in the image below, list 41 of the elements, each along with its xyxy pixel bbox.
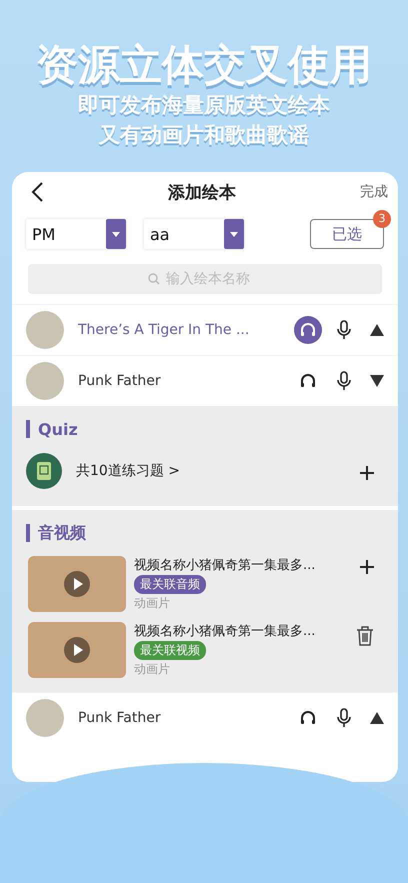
book-cover-avatar [26,362,64,400]
tag-label: 最关联音频 [134,575,206,594]
quiz-count-link[interactable]: 共10道练习题 > [76,462,346,480]
collapse-triangle-icon[interactable] [370,712,384,724]
play-icon[interactable] [64,637,90,663]
expand-triangle-icon[interactable] [370,375,384,387]
microphone-icon[interactable] [336,370,352,392]
search-icon [148,273,160,285]
book-title[interactable]: There’s A Tiger In The ... [78,322,280,338]
section-marker [26,524,30,542]
promo-headline: 资源立体交叉使用 [36,40,372,90]
plus-icon[interactable] [360,560,374,574]
book-icon [26,453,62,489]
video-title[interactable]: 视频名称小猪佩奇第一集最多... [134,622,316,640]
play-icon[interactable] [64,571,90,597]
section-heading: 音视频 [38,522,86,544]
dropdown-field[interactable]: PM [26,219,126,249]
section-heading: Quiz [38,420,78,438]
promo-subtitle: 又有动画片和歌曲歌谣 [99,122,309,149]
screen-title: 添加绘本 [167,182,237,204]
video-title[interactable]: 视频名称小猪佩奇第一集最多... [134,556,316,574]
dropdown-caret-icon[interactable] [106,219,126,249]
dropdown-field[interactable]: aa [144,219,244,249]
microphone-icon[interactable] [336,707,352,729]
section-marker [26,420,30,438]
dropdown-caret-icon[interactable] [224,219,244,249]
collapse-triangle-icon[interactable] [370,324,384,336]
count-badge: 3 [373,210,391,228]
video-type: 动画片 [134,595,170,612]
book-title[interactable]: Punk Father [78,373,280,389]
video-type: 动画片 [134,661,170,678]
promo-subtitle: 即可发布海量原版英文绘本 [78,92,330,119]
book-cover-avatar [26,311,64,349]
book-title[interactable]: Punk Father [78,710,280,726]
done-button[interactable]: 完成 [360,183,388,201]
trash-icon[interactable] [356,626,374,646]
back-icon[interactable] [30,181,44,203]
plus-icon[interactable] [360,466,374,480]
tag-label: 最关联视频 [134,641,206,660]
microphone-icon[interactable] [336,319,352,341]
book-cover-avatar [26,699,64,737]
